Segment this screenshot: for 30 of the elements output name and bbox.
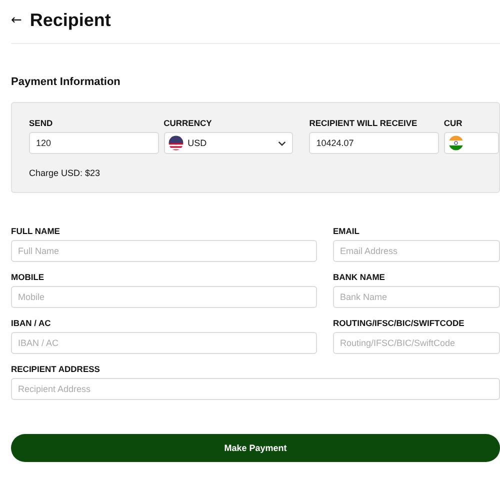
receive-amount-field[interactable]: 10424.07: [309, 132, 439, 154]
field-label: RECIPIENT ADDRESS: [11, 363, 101, 375]
field-label: CUR: [444, 117, 464, 129]
input-field[interactable]: Recipient Address: [11, 378, 500, 400]
field-label: FULL NAME: [11, 225, 61, 237]
input-field[interactable]: Routing/IFSC/BIC/SwiftCode: [333, 332, 500, 354]
currency-select[interactable]: [444, 132, 499, 154]
field-label: BANK NAME: [333, 271, 386, 283]
field-label: ROUTING/IFSC/BIC/SWIFTCODE: [333, 317, 466, 329]
flag-icon: [168, 135, 184, 151]
chevron-down-icon: [278, 140, 286, 146]
field-label: MOBILE: [11, 271, 46, 283]
currency-select[interactable]: USD: [164, 132, 294, 154]
section-title: Payment Information: [11, 76, 122, 88]
field-label: EMAIL: [333, 225, 360, 237]
send-amount-field[interactable]: 120: [29, 132, 159, 154]
field-label: RECIPIENT WILL RECEIVE: [309, 117, 418, 129]
input-field[interactable]: Bank Name: [333, 286, 500, 308]
field-label: CURRENCY: [164, 117, 213, 129]
flag-icon: [448, 135, 464, 151]
field-label: IBAN / AC: [11, 317, 52, 329]
input-field[interactable]: IBAN / AC: [11, 332, 317, 354]
input-field[interactable]: Full Name: [11, 240, 317, 262]
page-title: Recipient: [30, 10, 111, 30]
make-payment-button[interactable]: Make Payment: [11, 434, 500, 462]
input-field[interactable]: Email Address: [333, 240, 500, 262]
field-label: SEND: [29, 117, 54, 129]
input-field[interactable]: Mobile: [11, 286, 317, 308]
back-button[interactable]: ←: [11, 12, 22, 28]
charge-text: Charge USD: $23: [29, 168, 102, 178]
